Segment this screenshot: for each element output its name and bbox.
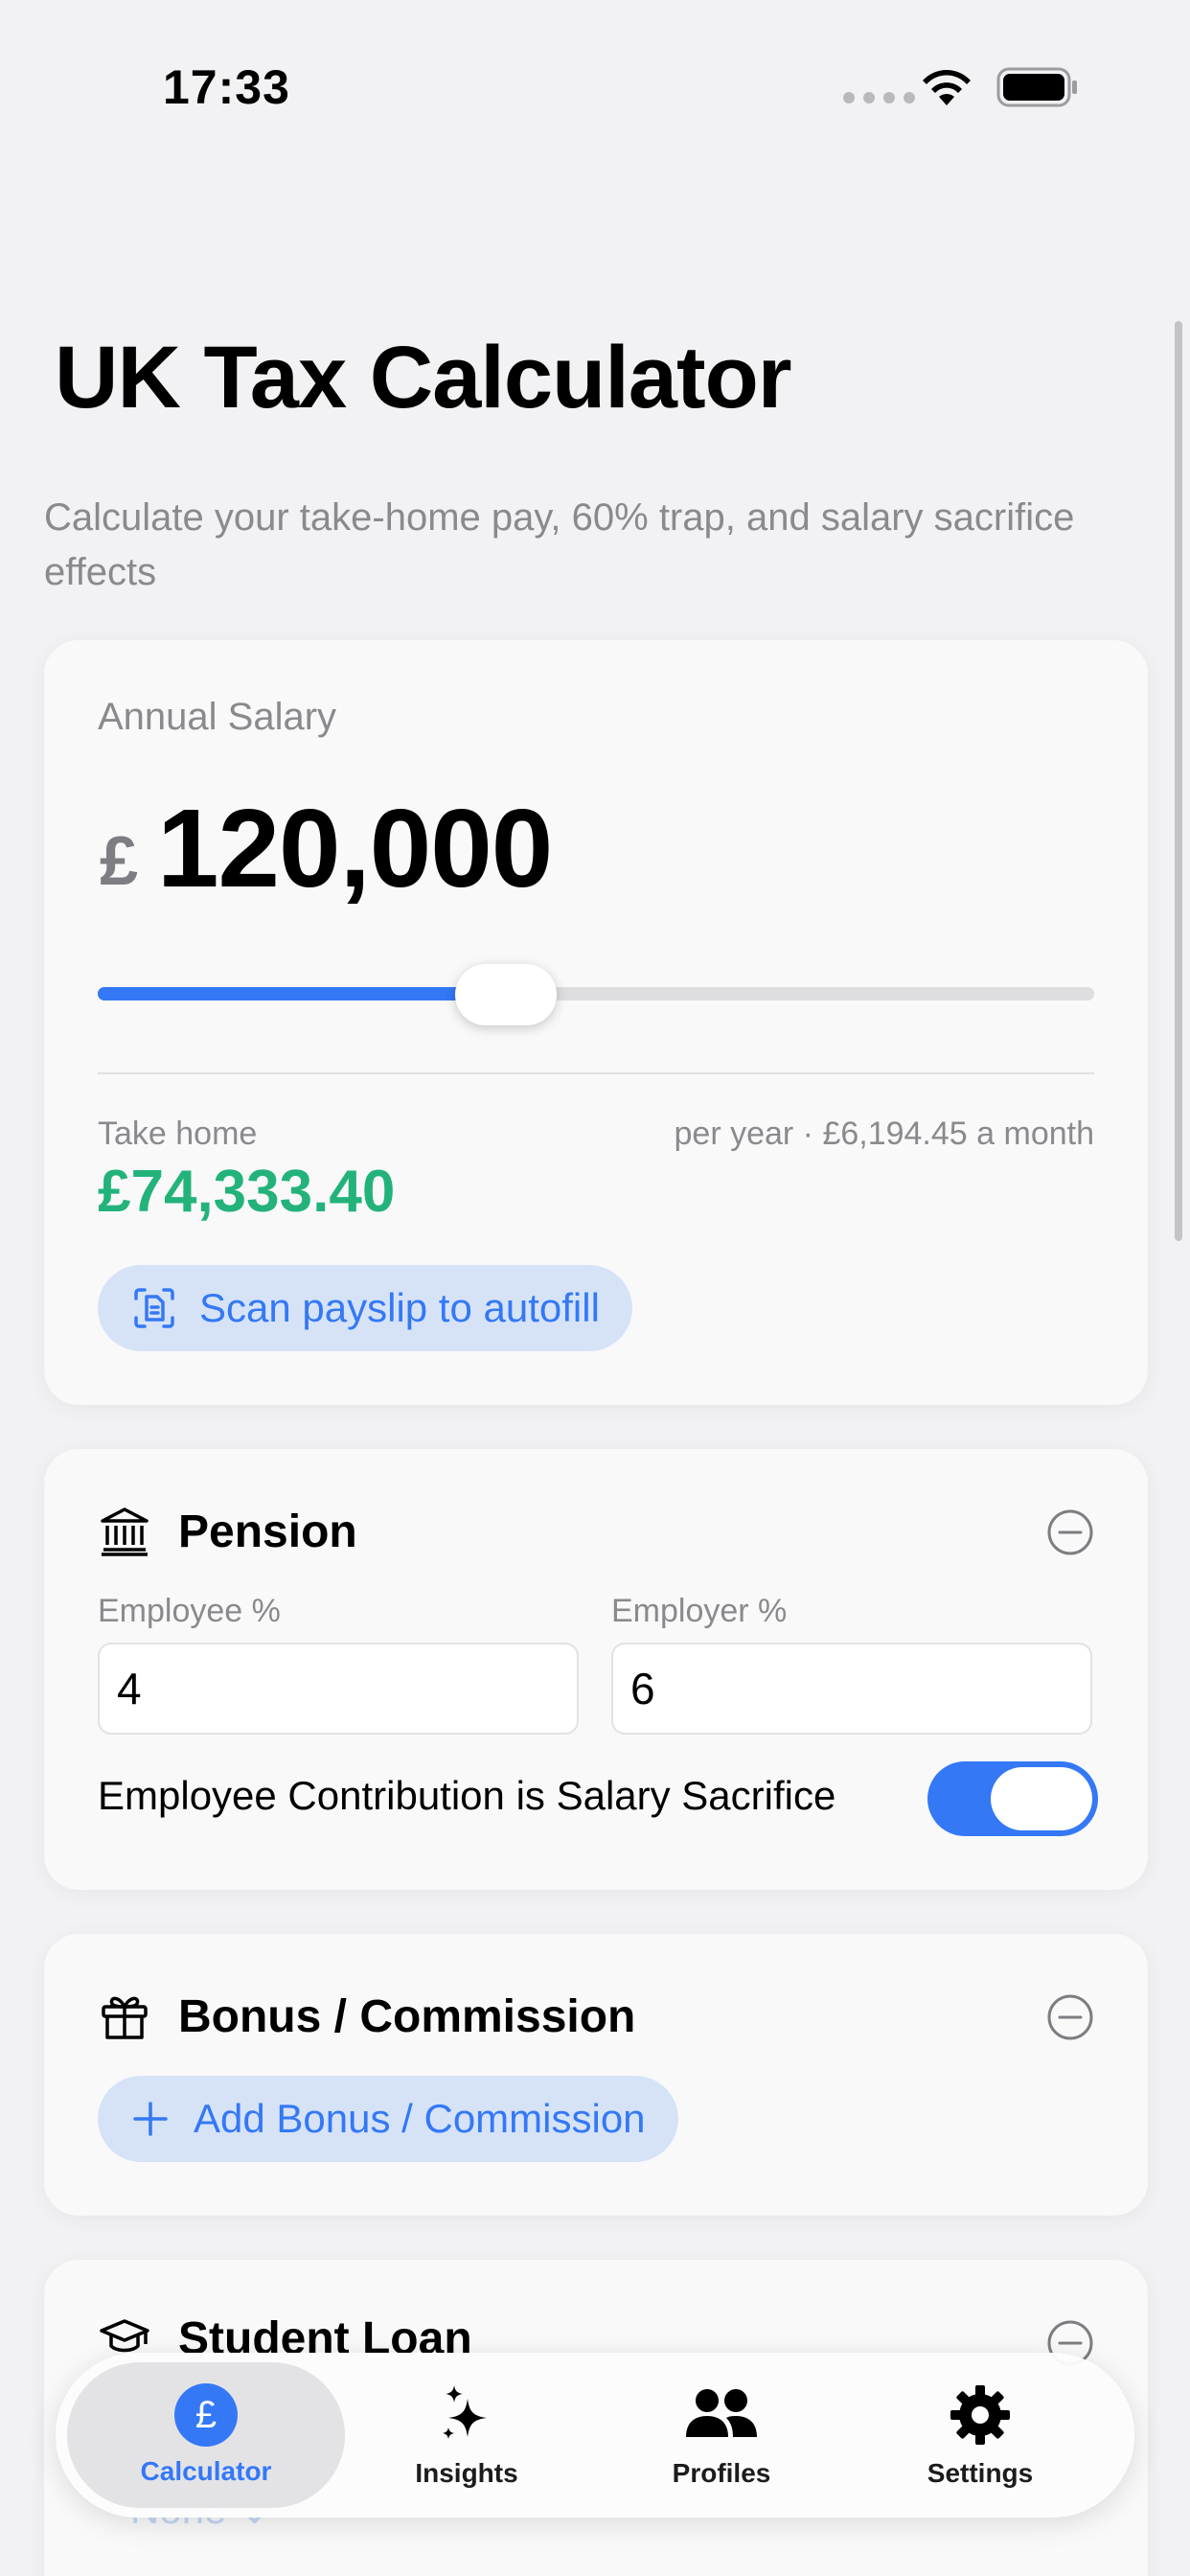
tab-insights-label: Insights [415,2458,518,2488]
salary-sacrifice-label: Employee Contribution is Salary Sacrific… [98,1773,836,1818]
people-icon [686,2389,757,2437]
take-home-period: per year · £6,194.45 a month [674,1116,1095,1152]
sparkles-icon [443,2385,487,2439]
take-home-label: Take home [98,1116,258,1152]
plus-icon [133,2102,168,2136]
bank-icon [101,1507,149,1556]
status-time: 17:33 [163,60,290,114]
pension-title: Pension [178,1506,357,1557]
pension-card: Pension Employee % Employer % 4 6 Employ… [44,1449,1148,1890]
tab-bar: £ Calculator Insights Profiles Settings [56,2353,1134,2518]
status-bar: 17:33 [0,0,1190,172]
salary-label: Annual Salary [98,696,337,738]
tab-profiles-label: Profiles [672,2458,771,2488]
page-title: UK Tax Calculator [55,329,792,426]
document-scan-icon [134,1288,174,1328]
tab-calculator-label: Calculator [140,2456,272,2486]
salary-slider-thumb[interactable] [455,964,558,1025]
pound-circle-icon: £ [174,2383,238,2447]
add-bonus-label: Add Bonus / Commission [194,2096,646,2141]
scrollbar[interactable] [1175,321,1182,1241]
tab-settings-label: Settings [927,2458,1034,2488]
bonus-header: Bonus / Commission [98,1990,635,2043]
tab-insights[interactable]: Insights [328,2362,606,2508]
wifi-icon [923,70,971,105]
page-subtitle: Calculate your take-home pay, 60% trap, … [44,496,1075,593]
add-bonus-button[interactable]: Add Bonus / Commission [98,2076,678,2162]
employer-percent-input[interactable]: 6 [611,1643,1092,1735]
toggle-knob [991,1767,1092,1830]
salary-card: Annual Salary £ 120,000 Take home per ye… [44,640,1148,1405]
employee-percent-label: Employee % [98,1593,281,1629]
take-home-value: £74,333.40 [98,1159,396,1225]
scan-payslip-label: Scan payslip to autofill [199,1285,600,1330]
salary-value[interactable]: 120,000 [157,784,553,912]
tab-calculator[interactable]: £ Calculator [67,2362,345,2508]
battery-icon [996,67,1077,107]
scan-payslip-button[interactable]: Scan payslip to autofill [98,1265,632,1351]
tab-settings[interactable]: Settings [841,2362,1119,2508]
divider [98,1072,1094,1074]
salary-sacrifice-toggle[interactable] [927,1761,1098,1836]
remove-bonus-icon[interactable] [1046,1993,1094,2041]
pension-header: Pension [98,1505,357,1558]
gear-icon [950,2385,1010,2445]
employee-percent-input[interactable]: 4 [98,1643,579,1735]
employer-percent-label: Employer % [611,1593,788,1629]
bonus-title: Bonus / Commission [178,1990,636,2042]
currency-symbol: £ [100,823,139,900]
gift-icon [102,1996,148,2039]
tab-profiles[interactable]: Profiles [583,2362,860,2508]
bonus-card: Bonus / Commission Add Bonus / Commissio… [44,1934,1148,2216]
salary-slider-track[interactable] [98,987,1094,1000]
cellular-signal-icon [843,92,915,104]
salary-slider-fill [98,987,507,1000]
remove-pension-icon[interactable] [1046,1508,1094,1556]
